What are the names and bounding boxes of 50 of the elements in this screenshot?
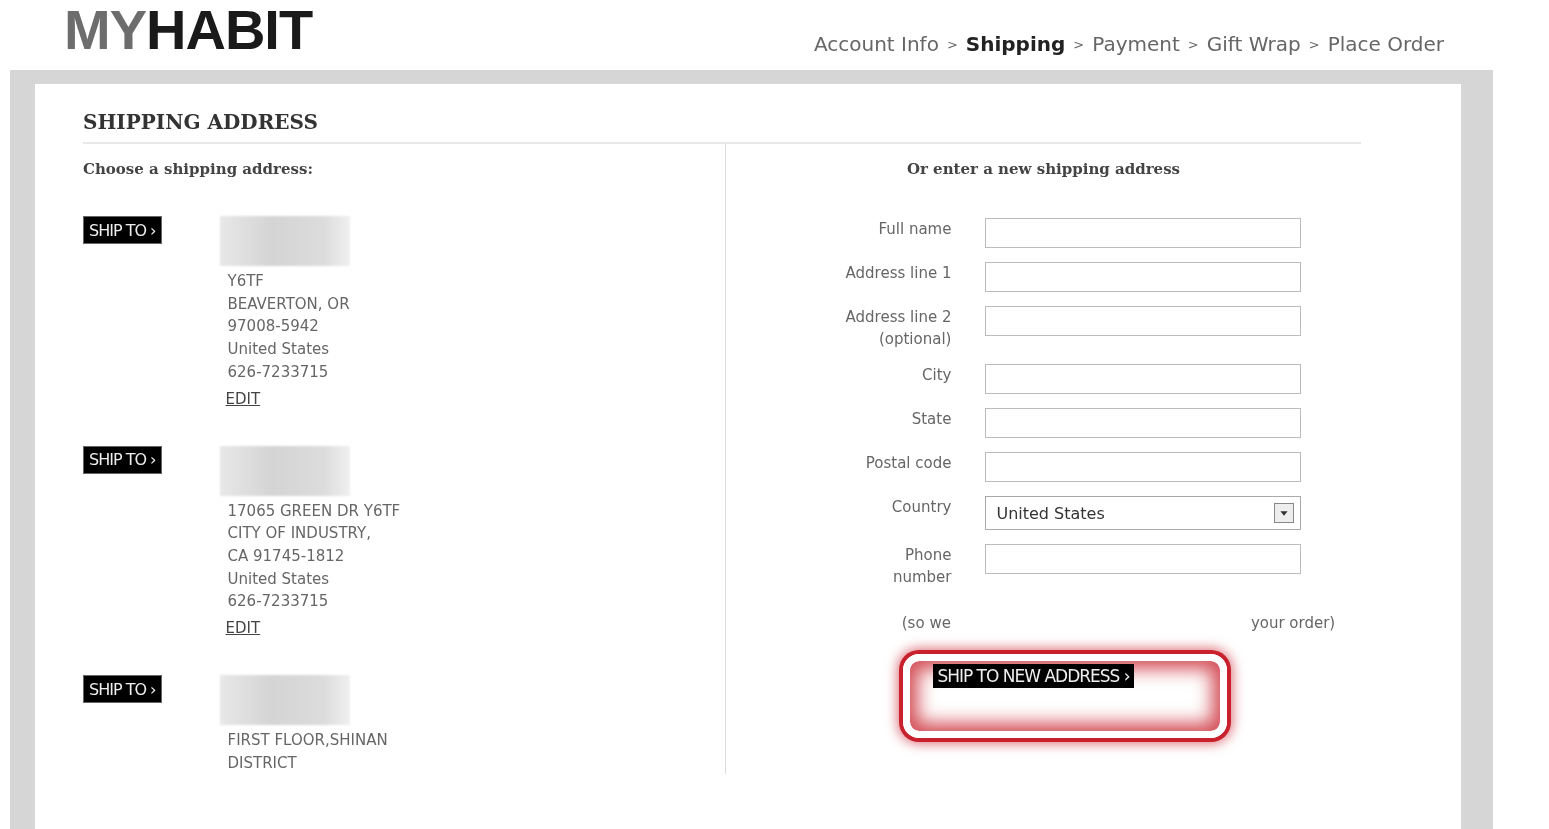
input-field[interactable]: [985, 364, 1302, 394]
note-text: (so we: [901, 614, 951, 632]
address-line: DISTRICT: [226, 752, 298, 774]
step-separator: >: [1308, 36, 1320, 52]
input-field[interactable]: [985, 544, 1302, 574]
field-label: State: [910, 409, 952, 430]
column-heading: Choose a shipping address:: [83, 160, 314, 178]
edit-link[interactable]: EDIT: [225, 389, 261, 408]
input-field[interactable]: [985, 306, 1302, 336]
site-logo: MYHABIT: [64, 2, 313, 58]
address-line: Y6TF: [226, 271, 265, 292]
country-select[interactable]: United States: [985, 496, 1302, 530]
section-title: SHIPPING ADDRESS: [83, 110, 1361, 144]
ship-to-new-address-button[interactable]: SHIP TO NEW ADDRESS ›: [933, 664, 1134, 688]
address-line: BEAVERTON, OR: [226, 293, 350, 315]
address-line: FIRST FLOOR,SHINAN: [226, 730, 388, 752]
caret-icon: [1274, 503, 1295, 523]
note-text: your order): [1250, 614, 1336, 632]
input-field[interactable]: [985, 408, 1302, 438]
field-label: Address line 1: [845, 263, 952, 284]
ship-to-button[interactable]: SHIP TO ›: [83, 675, 162, 704]
field-label: Country: [890, 497, 952, 518]
input-field[interactable]: [985, 452, 1302, 482]
checkout-step[interactable]: Place Order: [1327, 32, 1444, 56]
address-line: CITY OF INDUSTRY,: [226, 523, 372, 545]
checkout-step[interactable]: Shipping: [965, 32, 1066, 56]
input-field[interactable]: [985, 218, 1302, 248]
field-label: Address line 2 (optional): [845, 307, 952, 350]
address-line: 17065 GREEN DR Y6TF: [226, 500, 401, 522]
address-line: CA 91745-1812: [226, 545, 346, 567]
edit-link[interactable]: EDIT: [225, 619, 261, 638]
address-line: United States: [226, 568, 331, 590]
ship-to-button[interactable]: SHIP TO ›: [83, 216, 162, 244]
ship-to-button[interactable]: SHIP TO ›: [83, 445, 162, 474]
checkout-step[interactable]: Payment: [1092, 32, 1180, 56]
checkout-step[interactable]: Account Info: [813, 32, 939, 56]
address-line: 626-7233715: [226, 361, 330, 383]
field-label: Postal code: [864, 453, 952, 474]
field-label: City: [921, 365, 952, 386]
step-separator: >: [1073, 36, 1085, 52]
input-field[interactable]: [985, 262, 1302, 292]
checkout-step[interactable]: Gift Wrap: [1206, 32, 1301, 56]
column-heading: Or enter a new shipping address: [906, 160, 1181, 178]
step-separator: >: [946, 36, 958, 52]
field-label: Phone number: [891, 545, 952, 588]
address-line: 626-7233715: [226, 591, 330, 613]
address-line: 97008-5942: [226, 316, 320, 338]
field-label: Full name: [877, 219, 952, 240]
step-separator: >: [1187, 36, 1199, 52]
address-line: United States: [226, 339, 331, 361]
